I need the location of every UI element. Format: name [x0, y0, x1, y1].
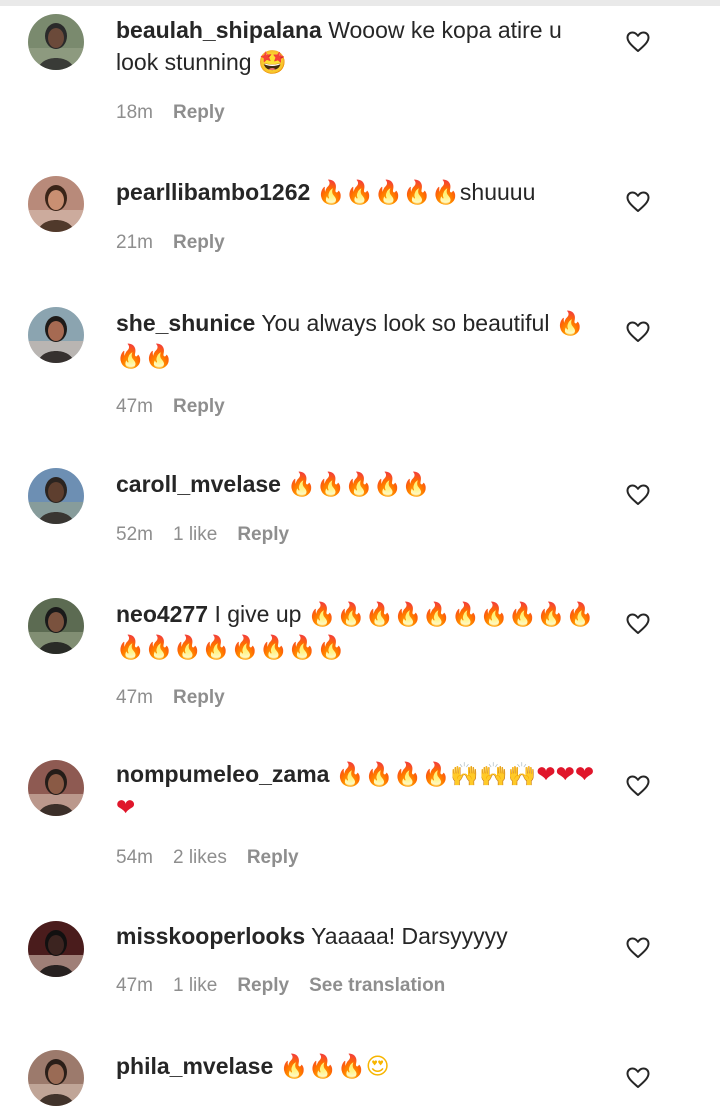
comment-text: she_shunice You always look so beautiful…	[116, 307, 606, 373]
comment-timestamp: 18m	[116, 102, 153, 123]
comment-username[interactable]: beaulah_shipalana	[116, 17, 322, 43]
comment-body: misskooperlooks Yaaaaa! Darsyyyyy 47m 1 l…	[116, 920, 606, 998]
comment-meta: 54m 2 likes Reply	[116, 846, 606, 870]
comment-text: nompumeleo_zama 🔥🔥🔥🔥🙌🙌🙌❤❤❤❤	[116, 758, 606, 824]
comment-text: pearllibambo1262 🔥🔥🔥🔥🔥shuuuu	[116, 176, 606, 209]
comment-meta: 52m 1 like Reply	[116, 523, 606, 547]
top-divider	[0, 0, 720, 6]
comment-like-count[interactable]: 2 likes	[173, 847, 227, 868]
avatar[interactable]	[28, 14, 84, 70]
comment-username[interactable]: nompumeleo_zama	[116, 761, 329, 787]
heart-outline-icon[interactable]	[626, 613, 650, 635]
comment-message: I give up	[214, 601, 302, 627]
comment-meta: 18m Reply	[116, 101, 606, 125]
comment-message-suffix: shuuuu	[459, 179, 536, 205]
comment-timestamp: 54m	[116, 847, 153, 868]
avatar[interactable]	[28, 307, 84, 363]
avatar[interactable]	[28, 176, 84, 232]
reply-button[interactable]: Reply	[173, 396, 225, 417]
heart-outline-icon[interactable]	[626, 321, 650, 343]
comment-body: phila_mvelase 🔥🔥🔥😍	[116, 1050, 606, 1083]
comment-body: beaulah_shipalana Wooow ke kopa atire u …	[116, 14, 606, 125]
comment-body: caroll_mvelase 🔥🔥🔥🔥🔥 52m 1 like Reply	[116, 468, 606, 547]
comment-emoji: 🤩	[257, 50, 287, 76]
comment-emoji: 🔥🔥🔥😍	[279, 1054, 390, 1080]
avatar[interactable]	[28, 468, 84, 524]
comment-message: You always look so beautiful	[261, 310, 550, 336]
reply-button[interactable]: Reply	[237, 524, 289, 545]
comment-emoji: 🔥🔥🔥🔥🔥	[287, 472, 431, 498]
reply-button[interactable]: Reply	[173, 102, 225, 123]
comment-timestamp: 47m	[116, 396, 153, 417]
comment-body: she_shunice You always look so beautiful…	[116, 307, 606, 419]
comment-timestamp: 47m	[116, 687, 153, 708]
heart-outline-icon[interactable]	[626, 31, 650, 53]
comment-text: caroll_mvelase 🔥🔥🔥🔥🔥	[116, 468, 606, 501]
reply-button[interactable]: Reply	[173, 687, 225, 708]
reply-button[interactable]: Reply	[173, 232, 225, 253]
comment-meta: 47m Reply	[116, 395, 606, 419]
comment-username[interactable]: neo4277	[116, 601, 208, 627]
comment-like-count[interactable]: 1 like	[173, 524, 217, 545]
comment-timestamp: 52m	[116, 524, 153, 545]
comment-text: misskooperlooks Yaaaaa! Darsyyyyy	[116, 920, 606, 952]
comment-text: beaulah_shipalana Wooow ke kopa atire u …	[116, 14, 606, 79]
avatar[interactable]	[28, 1050, 84, 1106]
comment-message: Yaaaaa! Darsyyyyy	[311, 923, 508, 949]
comment-body: neo4277 I give up 🔥🔥🔥🔥🔥🔥🔥🔥🔥🔥🔥🔥🔥🔥🔥🔥🔥🔥 47m R…	[116, 598, 606, 710]
comment-meta: 47m Reply	[116, 686, 606, 710]
comment-text: phila_mvelase 🔥🔥🔥😍	[116, 1050, 606, 1083]
heart-outline-icon[interactable]	[626, 775, 650, 797]
avatar[interactable]	[28, 760, 84, 816]
heart-outline-icon[interactable]	[626, 937, 650, 959]
comment-text: neo4277 I give up 🔥🔥🔥🔥🔥🔥🔥🔥🔥🔥🔥🔥🔥🔥🔥🔥🔥🔥	[116, 598, 606, 664]
reply-button[interactable]: Reply	[237, 975, 289, 996]
comment-username[interactable]: misskooperlooks	[116, 923, 305, 949]
heart-outline-icon[interactable]	[626, 484, 650, 506]
comment-timestamp: 47m	[116, 975, 153, 996]
comment-username[interactable]: she_shunice	[116, 310, 255, 336]
comment-meta: 47m 1 like Reply See translation	[116, 974, 606, 998]
comment-username[interactable]: phila_mvelase	[116, 1053, 273, 1079]
avatar[interactable]	[28, 598, 84, 654]
comment-meta: 21m Reply	[116, 231, 606, 255]
reply-button[interactable]: Reply	[247, 847, 299, 868]
comment-body: nompumeleo_zama 🔥🔥🔥🔥🙌🙌🙌❤❤❤❤ 54m 2 likes Rep…	[116, 758, 606, 870]
comment-like-count[interactable]: 1 like	[173, 975, 217, 996]
heart-outline-icon[interactable]	[626, 191, 650, 213]
see-translation-button[interactable]: See translation	[309, 975, 445, 996]
comment-emoji: 🔥🔥🔥🔥🔥	[316, 180, 460, 206]
comment-username[interactable]: caroll_mvelase	[116, 471, 281, 497]
avatar[interactable]	[28, 921, 84, 977]
comment-body: pearllibambo1262 🔥🔥🔥🔥🔥shuuuu 21m Reply	[116, 176, 606, 255]
comment-username[interactable]: pearllibambo1262	[116, 179, 310, 205]
comment-timestamp: 21m	[116, 232, 153, 253]
